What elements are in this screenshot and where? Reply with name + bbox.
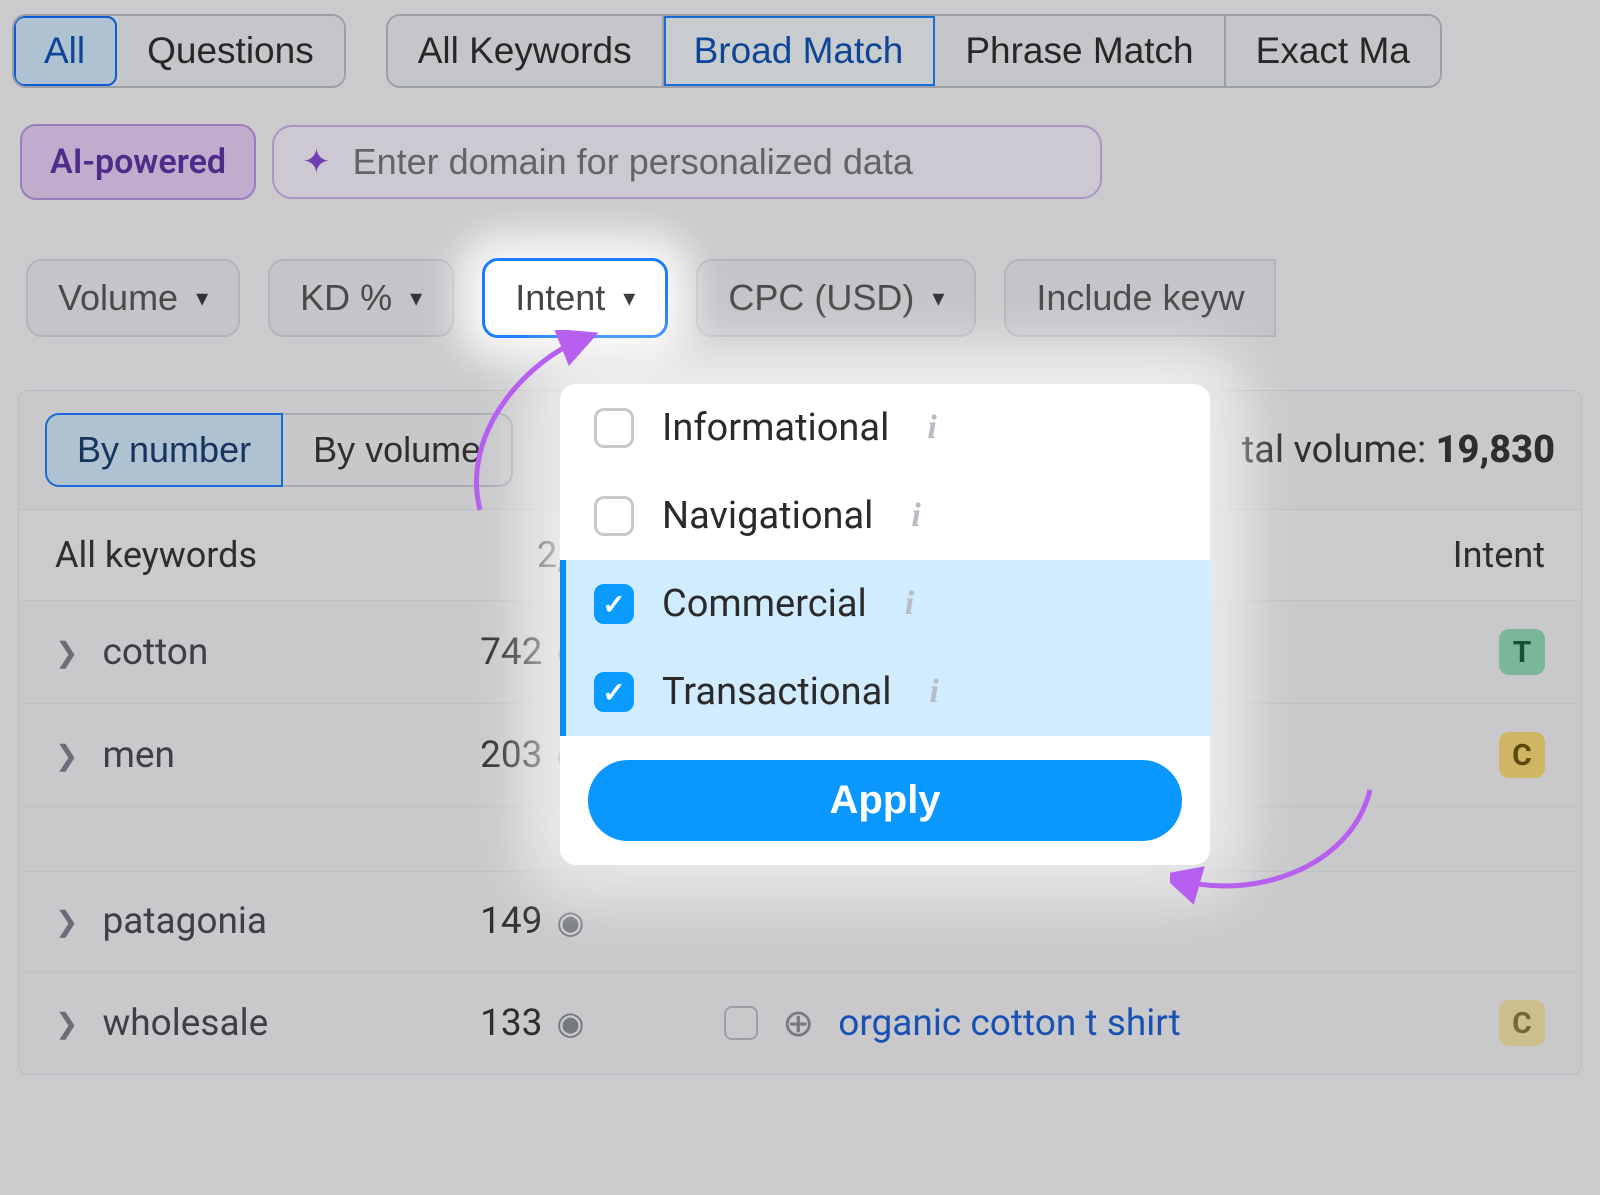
info-icon[interactable]: i <box>927 409 936 447</box>
filter-include-label: Include keyw <box>1036 277 1244 319</box>
intent-badge-c: C <box>1499 1000 1545 1046</box>
domain-input[interactable] <box>353 141 1073 183</box>
checkbox[interactable] <box>594 496 634 536</box>
intent-option-navigational[interactable]: Navigational i <box>560 472 1210 560</box>
eye-icon[interactable]: ◉ <box>556 903 584 941</box>
chevron-down-icon: ▾ <box>410 284 422 313</box>
filters-row: Volume ▾ KD % ▾ Intent ▾ CPC (USD) ▾ Inc… <box>0 218 1600 356</box>
apply-button[interactable]: Apply <box>588 760 1182 841</box>
table-row: ❯ wholesale 133 ◉ ⊕ organic cotton t shi… <box>19 971 1581 1074</box>
total-volume: tal volume: 19,830 <box>1242 428 1555 472</box>
col-all-keywords: All keywords <box>55 534 415 576</box>
filter-cpc[interactable]: CPC (USD) ▾ <box>696 259 976 337</box>
checkbox[interactable] <box>724 1006 758 1040</box>
chevron-right-icon[interactable]: ❯ <box>55 739 78 772</box>
ai-input-container[interactable]: ✦ <box>272 125 1102 199</box>
tab-phrase-match[interactable]: Phrase Match <box>935 16 1225 86</box>
keyword-count: 203 <box>402 734 542 777</box>
table-row: ❯ patagonia 149 ◉ <box>19 871 1581 971</box>
keyword-count: 149 <box>402 900 542 943</box>
info-icon[interactable]: i <box>905 585 914 623</box>
info-icon[interactable]: i <box>911 497 920 535</box>
chevron-down-icon: ▾ <box>932 284 944 313</box>
keyword-name[interactable]: men <box>102 734 402 777</box>
chevron-right-icon[interactable]: ❯ <box>55 636 78 669</box>
option-label: Informational <box>662 406 889 450</box>
eye-icon[interactable]: ◉ <box>556 1004 584 1042</box>
switch-by-number[interactable]: By number <box>45 413 283 487</box>
checkbox[interactable] <box>594 408 634 448</box>
checkbox-checked[interactable] <box>594 672 634 712</box>
tab-group-match: All Keywords Broad Match Phrase Match Ex… <box>386 14 1442 88</box>
top-tabs: All Questions All Keywords Broad Match P… <box>0 0 1600 88</box>
ai-powered-badge: AI-powered <box>20 124 256 200</box>
filter-include-keywords[interactable]: Include keyw <box>1004 259 1276 337</box>
intent-option-commercial[interactable]: Commercial i <box>560 560 1210 648</box>
chevron-down-icon: ▾ <box>196 284 208 313</box>
filter-volume-label: Volume <box>58 277 178 319</box>
filter-intent[interactable]: Intent ▾ <box>482 258 668 338</box>
tab-group-type: All Questions <box>12 14 346 88</box>
keyword-link[interactable]: organic cotton t shirt <box>838 1002 1181 1045</box>
keyword-name[interactable]: patagonia <box>102 900 402 943</box>
intent-dropdown: Informational i Navigational i Commercia… <box>560 384 1210 865</box>
filter-intent-label: Intent <box>515 277 605 319</box>
sparkle-icon: ✦ <box>302 142 331 182</box>
intent-option-transactional[interactable]: Transactional i <box>560 648 1210 736</box>
chevron-right-icon[interactable]: ❯ <box>55 1007 78 1040</box>
info-icon[interactable]: i <box>929 673 938 711</box>
plus-circle-icon[interactable]: ⊕ <box>782 1001 814 1046</box>
switch-group: By number By volume <box>45 413 513 487</box>
checkbox-checked[interactable] <box>594 584 634 624</box>
tab-questions[interactable]: Questions <box>117 16 344 86</box>
intent-badge-c: C <box>1499 732 1545 778</box>
col-intent: Intent <box>1453 534 1545 576</box>
chevron-right-icon[interactable]: ❯ <box>55 905 78 938</box>
keyword-name[interactable]: wholesale <box>102 1002 402 1045</box>
total-volume-label: tal volume: <box>1242 428 1426 472</box>
switch-by-volume[interactable]: By volume <box>283 413 513 487</box>
keyword-count: 742 <box>402 631 542 674</box>
intent-badge-t: T <box>1499 629 1545 675</box>
filter-cpc-label: CPC (USD) <box>728 277 914 319</box>
option-label: Commercial <box>662 582 867 626</box>
filter-kd-label: KD % <box>300 277 392 319</box>
row-right: ⊕ organic cotton t shirt <box>724 1001 1180 1046</box>
tab-all-keywords[interactable]: All Keywords <box>388 16 664 86</box>
keyword-count: 133 <box>402 1002 542 1045</box>
intent-option-informational[interactable]: Informational i <box>560 384 1210 472</box>
total-volume-value: 19,830 <box>1436 428 1555 472</box>
keyword-name[interactable]: cotton <box>102 631 402 674</box>
filter-kd[interactable]: KD % ▾ <box>268 259 454 337</box>
tab-broad-match[interactable]: Broad Match <box>664 16 936 86</box>
tab-all[interactable]: All <box>14 16 117 86</box>
option-label: Transactional <box>662 670 891 714</box>
ai-row: AI-powered ✦ <box>0 88 1600 218</box>
option-label: Navigational <box>662 494 873 538</box>
chevron-down-icon: ▾ <box>623 284 635 313</box>
filter-volume[interactable]: Volume ▾ <box>26 259 240 337</box>
tab-exact-match[interactable]: Exact Ma <box>1226 16 1440 86</box>
